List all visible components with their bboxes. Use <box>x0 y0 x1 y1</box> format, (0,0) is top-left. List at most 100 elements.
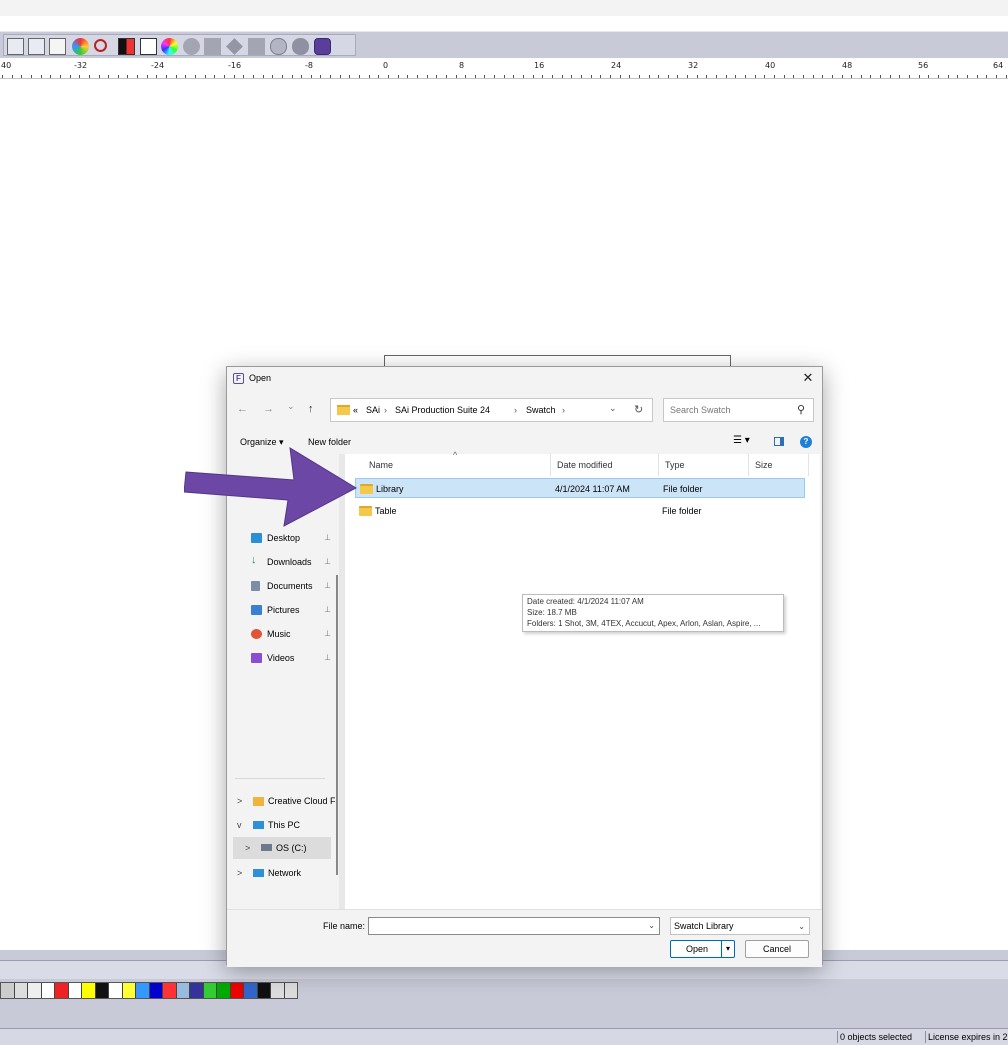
swatch[interactable] <box>149 983 163 998</box>
ruler-tick <box>205 75 206 78</box>
preview-pane-icon[interactable] <box>774 437 784 446</box>
file-name-label: File name: <box>323 921 366 931</box>
file-type-select[interactable]: Swatch Library ⌄ <box>670 917 810 935</box>
swatch-scroll-right[interactable] <box>271 983 285 998</box>
ruler-label: -24 <box>151 61 165 70</box>
column-header-type[interactable]: Type <box>659 454 749 476</box>
search-box[interactable]: Search Swatch ⚲ <box>663 398 814 422</box>
column-header-size[interactable]: Size <box>749 454 809 476</box>
swatch[interactable] <box>190 983 204 998</box>
up-arrow-icon[interactable]: ↑ <box>308 403 314 415</box>
ruler-tick <box>600 75 601 78</box>
status-bar: 0 objects selected License expires in 27 <box>0 1028 1008 1045</box>
file-row-table[interactable]: Table File folder <box>355 501 805 521</box>
page-icon[interactable] <box>140 38 157 55</box>
nav-downloads[interactable]: ↓ Downloads ⊥ <box>251 554 337 570</box>
column-header-date[interactable]: Date modified <box>551 454 659 476</box>
close-icon[interactable]: ✕ <box>798 369 818 387</box>
nav-pictures[interactable]: Pictures ⊥ <box>251 602 337 618</box>
magnifier-icon[interactable] <box>94 39 107 52</box>
cloud-disabled-icon <box>292 38 309 55</box>
open-button[interactable]: Open ▾ <box>670 940 735 958</box>
swatch[interactable] <box>230 983 244 998</box>
ruler-label: -32 <box>74 61 88 70</box>
ruler-tick <box>494 75 495 78</box>
ruler-label: 40 <box>1 61 12 70</box>
recent-locations-icon[interactable]: ⌄ <box>287 401 295 412</box>
ruler-tick <box>755 75 756 78</box>
swatch[interactable] <box>95 983 109 998</box>
pc-icon <box>253 821 264 829</box>
open-split-dropdown[interactable]: ▾ <box>721 941 734 957</box>
print-icon[interactable] <box>49 38 66 55</box>
tooltip-line: Folders: 1 Shot, 3M, 4TEX, Accucut, Apex… <box>527 619 761 628</box>
swatch[interactable] <box>244 983 258 998</box>
address-dropdown-icon[interactable]: ⌄ <box>609 403 617 414</box>
nav-music[interactable]: Music ⊥ <box>251 626 337 642</box>
ruler-tick <box>272 75 273 78</box>
sai-logo-icon[interactable] <box>314 38 331 55</box>
layout-icon[interactable] <box>7 38 24 55</box>
address-overflow[interactable]: « <box>353 405 358 415</box>
address-segment[interactable]: Swatch <box>526 405 556 415</box>
swatch[interactable] <box>28 983 42 998</box>
swatch[interactable] <box>257 983 271 998</box>
ruler-tick <box>127 75 128 78</box>
nav-pane-scrollbar[interactable] <box>336 575 338 875</box>
ruler-tick <box>513 75 514 78</box>
refresh-icon[interactable]: ↻ <box>634 403 643 416</box>
ruler-tick <box>571 75 572 78</box>
swatch[interactable] <box>136 983 150 998</box>
swatch[interactable] <box>122 983 136 998</box>
tree-os-drive[interactable]: > OS (C:) <box>233 837 331 859</box>
ruler-tick <box>99 75 100 78</box>
ruler-tick <box>581 75 582 78</box>
disabled-tool-icon <box>248 38 265 55</box>
forward-arrow-icon[interactable]: → <box>263 403 274 415</box>
color-wheel-icon[interactable] <box>161 38 178 55</box>
back-arrow-icon[interactable]: ← <box>237 403 248 415</box>
column-header-name[interactable]: Name <box>363 454 551 476</box>
color-grid-icon[interactable] <box>118 38 135 55</box>
tree-creative-cloud[interactable]: > Creative Cloud F <box>235 792 335 810</box>
tree-this-pc[interactable]: v This PC <box>235 816 335 834</box>
swatch-palette[interactable] <box>0 982 298 999</box>
swatch[interactable] <box>1 983 15 998</box>
swatch[interactable] <box>176 983 190 998</box>
cloud-icon[interactable] <box>270 38 287 55</box>
view-options-icon[interactable]: ☰ ▾ <box>733 435 750 446</box>
tree-network[interactable]: > Network <box>235 864 335 882</box>
address-bar[interactable]: « SAi › SAi Production Suite 24 › Swatch… <box>330 398 653 422</box>
layout-alt-icon[interactable] <box>28 38 45 55</box>
address-segment[interactable]: SAi <box>366 405 380 415</box>
file-row-library[interactable]: Library 4/1/2024 11:07 AM File folder <box>355 478 805 498</box>
swatch[interactable] <box>82 983 96 998</box>
network-icon <box>253 869 264 877</box>
tooltip-line: Size: 18.7 MB <box>527 608 577 617</box>
ruler-tick <box>446 75 447 78</box>
swatch[interactable] <box>55 983 69 998</box>
swatch[interactable] <box>203 983 217 998</box>
swatch[interactable] <box>109 983 123 998</box>
chevron-down-icon[interactable]: ⌄ <box>798 919 805 935</box>
swatch[interactable] <box>68 983 82 998</box>
ruler-tick <box>349 75 350 78</box>
address-segment[interactable]: SAi Production Suite 24 <box>395 405 490 415</box>
help-icon[interactable]: ? <box>800 436 812 448</box>
ruler-tick <box>330 75 331 78</box>
ruler-tick <box>12 75 13 78</box>
nav-videos[interactable]: Videos ⊥ <box>251 650 337 666</box>
drive-icon <box>261 844 272 851</box>
swatch-scroll-end[interactable] <box>284 983 297 998</box>
palette-icon[interactable] <box>72 38 89 55</box>
swatch[interactable] <box>163 983 177 998</box>
chevron-down-icon[interactable]: ⌄ <box>648 921 655 930</box>
cancel-button[interactable]: Cancel <box>745 940 809 958</box>
ruler-tick <box>803 75 804 78</box>
nav-documents[interactable]: Documents ⊥ <box>251 578 337 594</box>
swatch[interactable] <box>14 983 28 998</box>
swatch[interactable] <box>217 983 231 998</box>
file-name-input[interactable]: ⌄ <box>368 917 660 935</box>
ruler-tick <box>50 75 51 78</box>
swatch[interactable] <box>41 983 55 998</box>
